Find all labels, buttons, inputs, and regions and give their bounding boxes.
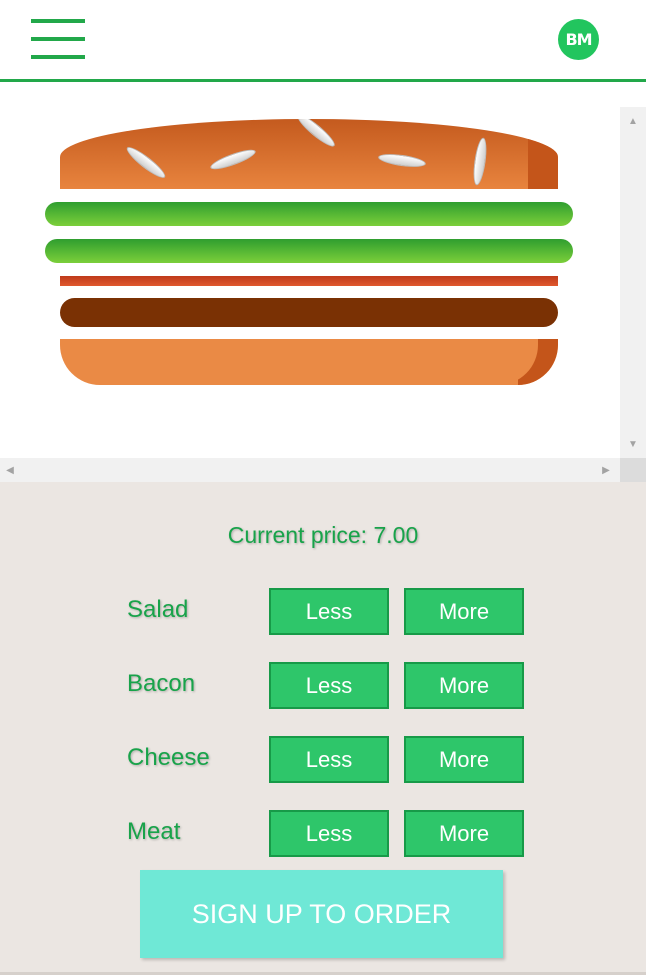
ingredient-row-salad: Salad Less More: [0, 588, 646, 636]
logo[interactable]: BM: [558, 19, 599, 60]
scrollbar-corner: [620, 458, 646, 482]
seed: [294, 119, 338, 151]
ingredient-label: Bacon: [127, 670, 196, 697]
ingredient-row-meat: Meat Less More: [0, 810, 646, 858]
bacon-less-button[interactable]: Less: [269, 662, 389, 709]
bread-bottom: [60, 339, 558, 385]
cheese-more-button[interactable]: More: [404, 736, 524, 783]
meat-more-button[interactable]: More: [404, 810, 524, 857]
build-controls: Current price: 7.00 Salad Less More Baco…: [0, 482, 646, 975]
ingredient-label: Salad: [127, 596, 189, 623]
burger-preview: ▲ ▼ ◀ ▶: [0, 107, 646, 482]
bacon-more-button[interactable]: More: [404, 662, 524, 709]
meat-less-button[interactable]: Less: [269, 810, 389, 857]
current-price: Current price: 7.00: [227, 522, 419, 548]
ingredient-label: Cheese: [127, 744, 210, 771]
meat-layer: [60, 298, 558, 327]
bread-top: [60, 119, 558, 189]
salad-more-button[interactable]: More: [404, 588, 524, 635]
vertical-scrollbar[interactable]: ▲ ▼: [620, 107, 646, 458]
scroll-left-icon[interactable]: ◀: [0, 458, 20, 482]
salad-less-button[interactable]: Less: [269, 588, 389, 635]
bacon-layer: [60, 276, 558, 286]
toolbar: BM: [0, 0, 646, 82]
seed: [471, 136, 489, 187]
seed: [377, 151, 427, 170]
ingredient-row-cheese: Cheese Less More: [0, 736, 646, 784]
sign-up-to-order-button[interactable]: SIGN UP TO ORDER: [140, 870, 503, 958]
horizontal-scrollbar[interactable]: ◀ ▶: [0, 458, 620, 482]
scroll-up-icon[interactable]: ▲: [620, 109, 646, 133]
seed: [123, 143, 169, 182]
scroll-right-icon[interactable]: ▶: [596, 458, 616, 482]
salad-layer: [45, 239, 573, 263]
ingredient-row-bacon: Bacon Less More: [0, 662, 646, 710]
salad-layer: [45, 202, 573, 226]
cheese-less-button[interactable]: Less: [269, 736, 389, 783]
seed: [208, 146, 258, 173]
ingredient-label: Meat: [127, 818, 181, 845]
hamburger-menu-icon[interactable]: [31, 19, 85, 59]
scroll-down-icon[interactable]: ▼: [620, 432, 646, 456]
